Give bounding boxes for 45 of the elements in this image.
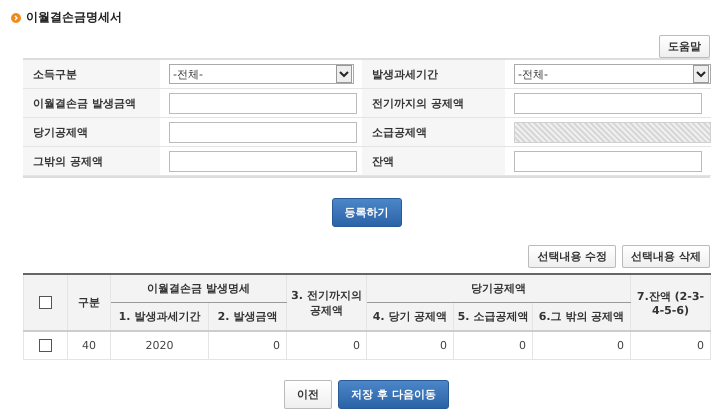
field-label: 잔액	[362, 147, 505, 176]
table-cell: 0	[617, 339, 624, 352]
column-header: 2. 발생금액	[218, 310, 278, 323]
table-cell: 0	[353, 339, 360, 352]
table-action-button[interactable]: 선택내용 수정	[528, 245, 616, 268]
register-button[interactable]: 등록하기	[332, 198, 402, 227]
input-field[interactable]	[514, 92, 702, 114]
field-label: 발생과세기간	[362, 60, 505, 89]
field-label: 소득구분	[23, 60, 160, 89]
column-group-header: 당기공제액	[471, 282, 526, 295]
input-field[interactable]	[169, 92, 357, 114]
select-all-checkbox[interactable]	[39, 296, 52, 310]
field-label: 이월결손금 발생금액	[23, 89, 160, 118]
column-header: 1. 발생과세기간	[118, 310, 200, 323]
save-next-button[interactable]: 저장 후 다음이동	[338, 380, 449, 409]
field-label: 당기공제액	[23, 118, 160, 147]
column-header: 7.잔액 (2-3-4-5-6)	[636, 290, 704, 316]
field-label: 그밖의 공제액	[23, 147, 160, 176]
bullet-icon	[11, 12, 21, 22]
table-cell: 0	[273, 339, 280, 352]
previous-button[interactable]: 이전	[284, 380, 332, 409]
column-header: 4. 당기 공제액	[372, 310, 448, 323]
table-action-button[interactable]: 선택내용 삭제	[622, 245, 710, 268]
dropdown[interactable]: -전체-	[514, 64, 711, 84]
row-checkbox[interactable]	[39, 339, 52, 352]
input-field[interactable]	[169, 150, 357, 172]
input-field[interactable]	[169, 122, 357, 142]
field-label: 소급공제액	[362, 118, 505, 147]
field-label: 전기까지의 공제액	[362, 89, 505, 118]
column-header: 6.그 밖의 공제액	[538, 310, 624, 323]
column-header: 5. 소급공제액	[458, 310, 528, 323]
table-cell: 2020	[146, 339, 174, 352]
table-cell: 0	[697, 339, 704, 352]
input-field[interactable]	[514, 150, 702, 172]
help-button[interactable]: 도움말	[659, 35, 710, 58]
dropdown[interactable]: -전체-	[169, 64, 354, 84]
page-title: 이월결손금명세서	[26, 9, 122, 26]
chevron-down-icon	[336, 65, 352, 83]
chevron-down-icon	[693, 65, 709, 83]
table-cell: 0	[440, 339, 447, 352]
column-header: 구분	[78, 296, 100, 309]
table-cell: 40	[82, 339, 96, 352]
table-cell: 0	[519, 339, 526, 352]
column-group-header: 이월결손금 발생명세	[147, 282, 250, 295]
column-header: 3. 전기까지의 공제액	[291, 288, 362, 316]
